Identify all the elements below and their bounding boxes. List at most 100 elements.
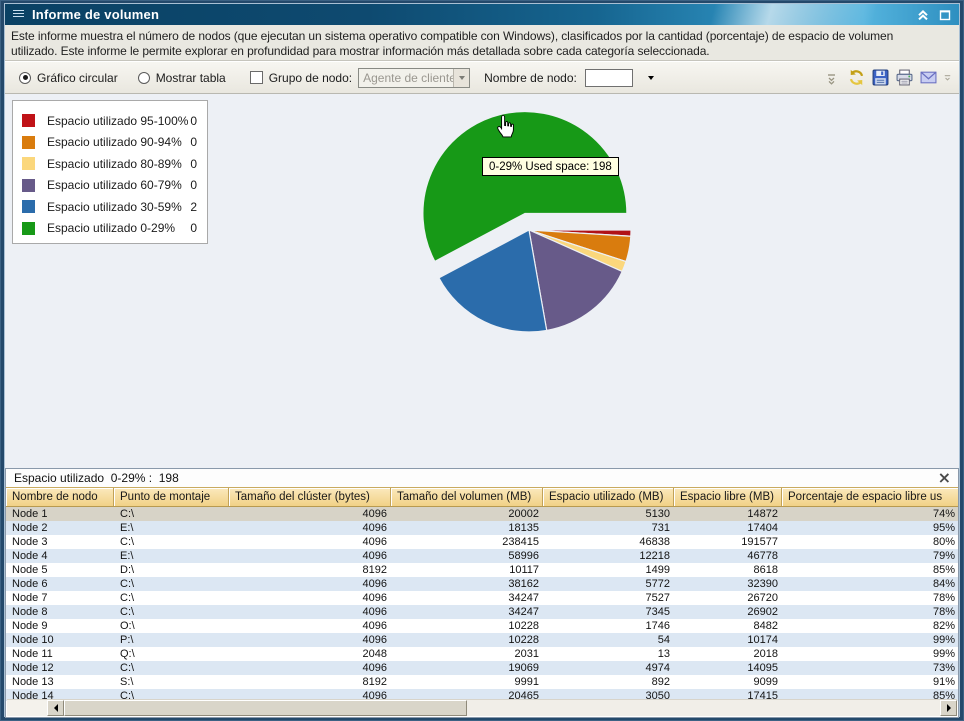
print-icon[interactable] <box>894 68 914 88</box>
scrollbar-thumb[interactable] <box>64 700 467 716</box>
table-row[interactable]: Node 11Q:\2048203113201899% <box>6 647 958 661</box>
column-header[interactable]: Espacio utilizado (MB) <box>543 488 674 506</box>
description-line-1: Este informe muestra el número de nodos … <box>11 29 953 44</box>
toolbar-overflow-right-icon[interactable] <box>944 70 951 86</box>
table-cell: E:\ <box>114 521 229 535</box>
chart-area: Espacio utilizado 95-100%0Espacio utiliz… <box>5 94 959 468</box>
table-cell: Node 3 <box>6 535 114 549</box>
table-cell: 34247 <box>391 605 543 619</box>
legend-item[interactable]: Espacio utilizado 0-29%0 <box>22 218 199 240</box>
table-cell: 731 <box>543 521 674 535</box>
radio-pie-chart-label: Gráfico circular <box>37 71 118 85</box>
table-cell: 82% <box>782 619 958 633</box>
table-cell: 191577 <box>674 535 782 549</box>
description-line-2: utilizado. Este informe le permite explo… <box>11 44 953 59</box>
legend-swatch-icon <box>22 179 35 192</box>
legend-item[interactable]: Espacio utilizado 90-94%0 <box>22 132 199 154</box>
close-icon[interactable]: × <box>938 471 951 485</box>
save-icon[interactable] <box>870 68 890 88</box>
legend-swatch-icon <box>22 222 35 235</box>
detail-panel: Espacio utilizado 0-29% : 198 × Nombre d… <box>5 468 959 718</box>
table-cell: 91% <box>782 675 958 689</box>
node-group-checkbox[interactable] <box>250 71 263 84</box>
table-cell: 238415 <box>391 535 543 549</box>
table-cell: 4096 <box>229 577 391 591</box>
table-cell: Q:\ <box>114 647 229 661</box>
window-client: Informe de volumen Este informe muestra … <box>5 4 959 716</box>
report-window: Informe de volumen Este informe muestra … <box>0 0 964 721</box>
table-row[interactable]: Node 9O:\4096102281746848282% <box>6 619 958 633</box>
table-cell: 10117 <box>391 563 543 577</box>
table-row[interactable]: Node 1C:\40962000251301487274% <box>6 507 958 521</box>
table-row[interactable]: Node 13S:\81929991892909991% <box>6 675 958 689</box>
column-header[interactable]: Espacio libre (MB) <box>674 488 782 506</box>
chart-tooltip: 0-29% Used space: 198 <box>482 157 619 176</box>
legend-label: Espacio utilizado 80-89% <box>47 157 190 171</box>
table-cell: 38162 <box>391 577 543 591</box>
node-name-input[interactable] <box>585 69 633 87</box>
column-header[interactable]: Punto de montaje <box>114 488 229 506</box>
legend-label: Espacio utilizado 0-29% <box>47 221 190 235</box>
table-cell: Node 6 <box>6 577 114 591</box>
refresh-icon[interactable] <box>846 68 866 88</box>
table-cell: 2048 <box>229 647 391 661</box>
table-row[interactable]: Node 4E:\409658996122184677879% <box>6 549 958 563</box>
column-header[interactable]: Tamaño del clúster (bytes) <box>229 488 391 506</box>
legend-item[interactable]: Espacio utilizado 80-89%0 <box>22 153 199 175</box>
column-header[interactable]: Porcentaje de espacio libre us <box>782 488 958 506</box>
table-cell: 4096 <box>229 521 391 535</box>
table-row[interactable]: Node 3C:\40962384154683819157780% <box>6 535 958 549</box>
column-header[interactable]: Tamaño del volumen (MB) <box>391 488 543 506</box>
table-cell: 8482 <box>674 619 782 633</box>
table-cell: 74% <box>782 507 958 521</box>
legend-count: 0 <box>190 178 199 192</box>
table-cell: Node 10 <box>6 633 114 647</box>
table-cell: 4096 <box>229 549 391 563</box>
table-cell: 9099 <box>674 675 782 689</box>
chevron-down-icon <box>453 69 469 87</box>
detail-panel-header: Espacio utilizado 0-29% : 198 × <box>6 469 958 487</box>
table-cell: 95% <box>782 521 958 535</box>
scroll-right-button[interactable] <box>940 700 957 716</box>
toolbar-overflow-icon[interactable] <box>827 70 836 86</box>
maximize-square-icon[interactable] <box>938 8 951 21</box>
table-cell: 4096 <box>229 633 391 647</box>
table-row[interactable]: Node 10P:\409610228541017499% <box>6 633 958 647</box>
column-header[interactable]: Nombre de nodo <box>6 488 114 506</box>
table-cell: 18135 <box>391 521 543 535</box>
table-row[interactable]: Node 12C:\40961906949741409573% <box>6 661 958 675</box>
email-icon[interactable] <box>918 68 938 88</box>
pie-chart[interactable] <box>389 95 673 347</box>
table-cell: 79% <box>782 549 958 563</box>
scrollbar-track[interactable] <box>467 700 940 716</box>
collapse-chevrons-icon[interactable] <box>916 8 929 21</box>
table-cell: 54 <box>543 633 674 647</box>
radio-show-table[interactable] <box>138 72 150 84</box>
horizontal-scrollbar[interactable] <box>7 699 957 716</box>
scroll-left-button[interactable] <box>47 700 64 716</box>
legend: Espacio utilizado 95-100%0Espacio utiliz… <box>12 100 208 244</box>
legend-label: Espacio utilizado 60-79% <box>47 178 190 192</box>
table-row[interactable]: Node 5D:\8192101171499861885% <box>6 563 958 577</box>
window-title: Informe de volumen <box>32 7 159 22</box>
table-cell: 34247 <box>391 591 543 605</box>
detail-panel-title: Espacio utilizado 0-29% : 198 <box>14 471 179 485</box>
node-name-dropdown-icon[interactable] <box>645 73 657 83</box>
radio-pie-chart[interactable] <box>19 72 31 84</box>
legend-item[interactable]: Espacio utilizado 95-100%0 <box>22 110 199 132</box>
legend-item[interactable]: Espacio utilizado 60-79%0 <box>22 175 199 197</box>
legend-item[interactable]: Espacio utilizado 30-59%2 <box>22 196 199 218</box>
table-cell: 13 <box>543 647 674 661</box>
table-row[interactable]: Node 6C:\40963816257723239084% <box>6 577 958 591</box>
table-row[interactable]: Node 8C:\40963424773452690278% <box>6 605 958 619</box>
scrollbar-corner <box>7 700 47 716</box>
table-cell: 2018 <box>674 647 782 661</box>
table-row[interactable]: Node 2E:\4096181357311740495% <box>6 521 958 535</box>
table-row[interactable]: Node 7C:\40963424775272672078% <box>6 591 958 605</box>
table-cell: 73% <box>782 661 958 675</box>
hand-cursor-icon <box>495 114 516 146</box>
legend-label: Espacio utilizado 95-100% <box>47 114 190 128</box>
table-cell: 26902 <box>674 605 782 619</box>
table-cell: 4096 <box>229 661 391 675</box>
legend-count: 0 <box>190 221 199 235</box>
